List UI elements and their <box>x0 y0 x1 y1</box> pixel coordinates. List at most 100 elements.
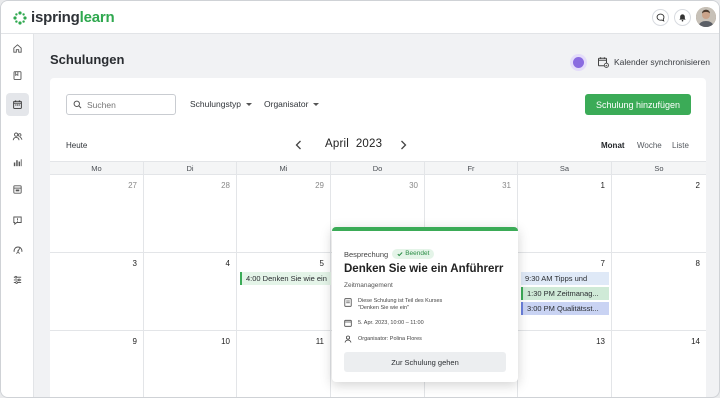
event-popover: Besprechung Beendet Denken Sie wie ein A… <box>332 227 518 382</box>
go-to-training-button[interactable]: Zur Schulung gehen <box>344 352 506 372</box>
sidebar-item-users[interactable] <box>6 125 29 148</box>
view-list-tab[interactable]: Liste <box>672 141 689 150</box>
add-training-button[interactable]: Schulung hinzufügen <box>585 94 691 115</box>
day-number: 5 <box>319 259 324 268</box>
day-cell[interactable]: 10 <box>144 331 237 397</box>
day-number: 11 <box>315 337 324 346</box>
settings-sliders-icon <box>13 275 22 284</box>
event-date: 5. Apr. 2023, 10:00 – 11:00 <box>358 320 424 326</box>
sidebar <box>1 34 34 397</box>
logo-suffix: learn <box>79 9 115 26</box>
day-number: 13 <box>596 337 605 346</box>
filter-organizer[interactable]: Organisator <box>264 99 320 109</box>
course-info-row: Diese Schulung ist Teil des Kurses "Denk… <box>344 298 442 312</box>
news-icon <box>13 185 22 194</box>
bell-icon[interactable] <box>674 9 691 26</box>
status-badge-label: Beendet <box>405 250 430 257</box>
date-row: 5. Apr. 2023, 10:00 – 11:00 <box>344 319 424 327</box>
view-week-tab[interactable]: Woche <box>637 141 662 150</box>
avatar-image <box>696 7 716 27</box>
app-window: ispringlearn Schulungen Kalender synchro… <box>0 0 720 398</box>
sync-calendar-button[interactable]: Kalender synchronisieren <box>597 56 710 68</box>
view-month-tab[interactable]: Monat <box>601 141 625 150</box>
filter-training-type-label: Schulungstyp <box>190 99 242 109</box>
day-number: 8 <box>695 259 700 268</box>
gauge-icon <box>13 246 22 254</box>
calendar-event[interactable]: 1:30 PM Zeitmanag... <box>521 287 609 300</box>
calendar-icon <box>344 319 352 327</box>
day-number: 3 <box>132 259 137 268</box>
sidebar-item-news[interactable] <box>6 178 29 201</box>
day-cell[interactable]: 9 <box>50 331 144 397</box>
day-cell[interactable]: 7 9:30 AM Tipps und 1:30 PM Zeitmanag...… <box>518 253 612 330</box>
day-cell[interactable]: 8 <box>612 253 706 330</box>
day-number: 9 <box>132 337 137 346</box>
chat-icon[interactable] <box>652 9 669 26</box>
chevron-down-icon <box>313 102 320 106</box>
day-number: 30 <box>409 181 418 190</box>
event-type: Besprechung Beendet <box>344 249 435 259</box>
calendar-sync-icon <box>598 57 609 68</box>
logo-icon <box>13 10 27 25</box>
page-title: Schulungen <box>50 52 125 67</box>
day-cell[interactable]: 4 <box>144 253 237 330</box>
sidebar-item-reports[interactable] <box>6 151 29 174</box>
prev-month-button[interactable] <box>293 139 303 151</box>
day-number: 7 <box>600 259 605 268</box>
logo-text: ispringlearn <box>31 9 115 26</box>
day-cell[interactable]: 28 <box>144 175 237 252</box>
event-organizer: Organisator: Polina Flores <box>358 336 422 342</box>
day-number: 31 <box>502 181 511 190</box>
sidebar-item-feedback[interactable] <box>6 209 29 232</box>
book-icon <box>344 298 352 307</box>
status-badge: Beendet <box>392 249 435 259</box>
today-button[interactable]: Heute <box>66 141 87 150</box>
top-bar: ispringlearn <box>1 1 719 34</box>
day-cell[interactable]: 1 <box>518 175 612 252</box>
book-icon <box>13 71 22 80</box>
weekday-header: Mo Di Mi Do Fr Sa So <box>50 161 706 175</box>
day-number: 4 <box>225 259 230 268</box>
weekday-label: So <box>654 164 664 173</box>
day-cell[interactable]: 29 <box>237 175 331 252</box>
day-cell[interactable]: 11 <box>237 331 331 397</box>
sync-calendar-label: Kalender synchronisieren <box>614 57 710 67</box>
chevron-right-icon <box>400 140 406 150</box>
chart-icon <box>13 159 22 167</box>
search-input[interactable] <box>87 99 167 110</box>
day-number: 28 <box>221 181 230 190</box>
sidebar-item-courses[interactable] <box>6 64 29 87</box>
user-avatar[interactable] <box>696 7 716 27</box>
day-number: 2 <box>695 181 700 190</box>
weekday-label: Sa <box>518 162 612 174</box>
month-name: April <box>325 138 350 150</box>
sidebar-item-calendar[interactable] <box>6 93 29 116</box>
calendar-event[interactable]: 3:00 PM Qualitätsst... <box>521 302 609 315</box>
day-cell[interactable]: 3 <box>50 253 144 330</box>
event-title: Denken Sie wie ein Anführerr <box>344 263 504 275</box>
weekday-label: Fr <box>425 162 518 174</box>
feedback-icon <box>13 216 22 226</box>
weekday-label: Do <box>331 162 425 174</box>
logo[interactable]: ispringlearn <box>13 9 115 26</box>
filter-training-type[interactable]: Schulungstyp <box>190 99 253 109</box>
next-month-button[interactable] <box>398 139 408 151</box>
calendar-icon <box>13 100 22 109</box>
sidebar-item-settings[interactable] <box>6 268 29 291</box>
day-cell[interactable]: 2 <box>612 175 706 252</box>
weekday-label: Mi <box>237 162 331 174</box>
organizer-row: Organisator: Polina Flores <box>344 335 422 343</box>
sidebar-item-home[interactable] <box>6 37 29 60</box>
day-cell[interactable]: 14 <box>612 331 706 397</box>
sidebar-item-gauge[interactable] <box>6 238 29 261</box>
event-type-label: Besprechung <box>344 249 389 259</box>
day-cell[interactable]: 27 <box>50 175 144 252</box>
search-box[interactable] <box>66 94 176 115</box>
calendar-event[interactable]: 9:30 AM Tipps und <box>521 272 609 285</box>
current-month: April 2023 <box>325 138 382 150</box>
year-number: 2023 <box>355 138 383 150</box>
calendar-event[interactable]: 4:00 Denken Sie wie ein <box>240 272 331 285</box>
status-indicator-dot <box>573 57 584 68</box>
day-cell[interactable]: 13 <box>518 331 612 397</box>
day-cell[interactable]: 5 4:00 Denken Sie wie ein <box>237 253 331 330</box>
